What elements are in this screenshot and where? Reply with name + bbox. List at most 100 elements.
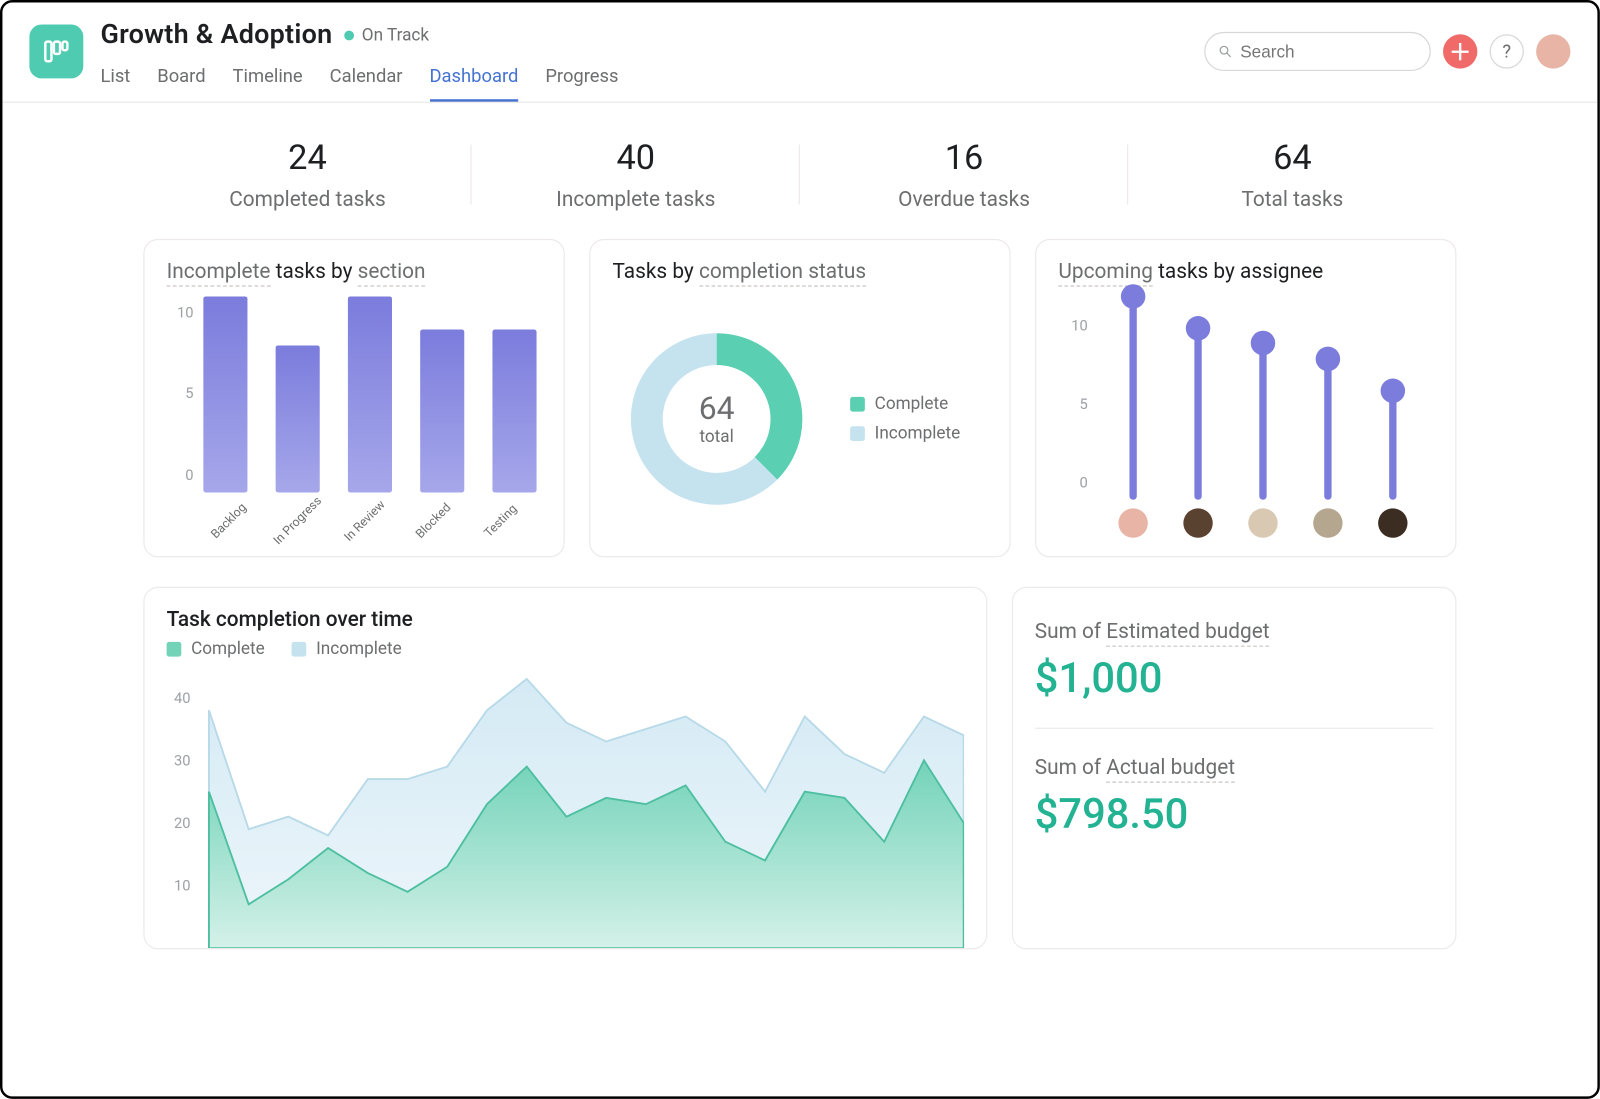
metric-overdue-tasks[interactable]: 16 Overdue tasks xyxy=(800,137,1128,212)
metric-completed-tasks[interactable]: 24 Completed tasks xyxy=(143,137,471,212)
legend-swatch-icon xyxy=(167,642,182,657)
panel-incomplete-by-section[interactable]: Incomplete tasks by section 0510 Backlog… xyxy=(143,239,564,558)
metric-total-tasks[interactable]: 64 Total tasks xyxy=(1128,137,1456,212)
tab-progress[interactable]: Progress xyxy=(545,58,618,102)
budget-estimated-value: $1,000 xyxy=(1035,654,1434,703)
panel-completion-status[interactable]: Tasks by completion status 64 total Comp xyxy=(589,239,1010,558)
metric-value: 16 xyxy=(800,137,1128,177)
dashboard-window: Growth & Adoption On Track List Board Ti… xyxy=(0,0,1600,1099)
filter-link-section[interactable]: section xyxy=(358,260,426,287)
metric-label: Incomplete tasks xyxy=(472,187,800,212)
budget-actual-value: $798.50 xyxy=(1035,790,1434,839)
legend-label: Complete xyxy=(875,394,949,414)
legend-item-incomplete[interactable]: Incomplete xyxy=(850,424,960,444)
legend-swatch-icon xyxy=(292,642,307,657)
metric-incomplete-tasks[interactable]: 40 Incomplete tasks xyxy=(472,137,800,212)
lollipop-3[interactable] xyxy=(1259,296,1266,499)
metric-label: Completed tasks xyxy=(143,187,471,212)
bar-testing[interactable] xyxy=(492,329,536,492)
filter-link-completion[interactable]: completion status xyxy=(699,260,866,287)
panel-upcoming-by-assignee[interactable]: Upcoming tasks by assignee 0510 xyxy=(1035,239,1456,558)
panel-title: Upcoming tasks by assignee xyxy=(1058,260,1433,285)
plus-icon: ＋ xyxy=(1449,36,1471,68)
assignee-avatar[interactable] xyxy=(1313,508,1342,537)
legend-label: Incomplete xyxy=(316,639,402,659)
topbar: Growth & Adoption On Track List Board Ti… xyxy=(2,2,1597,102)
donut-chart: 64 total xyxy=(613,315,821,523)
lollipop-1[interactable] xyxy=(1129,296,1136,499)
bar-backlog[interactable] xyxy=(203,296,247,492)
legend-label: Complete xyxy=(191,639,265,659)
area-chart: 10 20 30 40 xyxy=(167,666,964,948)
filter-link-status[interactable]: Incomplete xyxy=(167,260,271,287)
metric-label: Overdue tasks xyxy=(800,187,1128,212)
x-label: Blocked xyxy=(407,495,476,564)
dashboard-content: 24 Completed tasks 40 Incomplete tasks 1… xyxy=(2,103,1597,949)
legend-swatch-icon xyxy=(850,426,865,441)
lollipop-2[interactable] xyxy=(1194,296,1201,499)
legend-item-complete[interactable]: Complete xyxy=(167,639,265,659)
search-input[interactable] xyxy=(1240,42,1417,62)
x-label: Testing xyxy=(475,495,544,564)
budget-estimated: Sum of Estimated budget $1,000 xyxy=(1035,608,1434,721)
project-icon[interactable] xyxy=(29,25,83,79)
lollipop-chart: 0510 xyxy=(1058,296,1433,541)
metric-value: 24 xyxy=(143,137,471,177)
tab-list[interactable]: List xyxy=(100,58,130,102)
panel-budgets[interactable]: Sum of Estimated budget $1,000 Sum of Ac… xyxy=(1011,587,1456,950)
metric-row: 24 Completed tasks 40 Incomplete tasks 1… xyxy=(143,137,1456,212)
help-button[interactable]: ? xyxy=(1490,34,1524,68)
filter-link-act-budget[interactable]: Actual budget xyxy=(1106,756,1235,783)
budget-label: Sum of Estimated budget xyxy=(1035,620,1434,645)
filter-link-est-budget[interactable]: Estimated budget xyxy=(1106,620,1269,647)
nav-tabs: List Board Timeline Calendar Dashboard P… xyxy=(100,58,1204,102)
budget-actual: Sum of Actual budget $798.50 xyxy=(1035,744,1434,857)
panel-title: Task completion over time xyxy=(167,608,964,633)
lollipop-5[interactable] xyxy=(1390,296,1397,499)
assignee-avatar[interactable] xyxy=(1183,508,1212,537)
y-tick: 30 xyxy=(174,752,191,769)
lollipop-4[interactable] xyxy=(1324,296,1331,499)
y-tick: 20 xyxy=(174,814,191,831)
filter-link-upcoming[interactable]: Upcoming xyxy=(1058,260,1152,287)
bar-in-progress[interactable] xyxy=(276,345,320,492)
y-tick: 10 xyxy=(1058,318,1095,335)
status-label: On Track xyxy=(362,25,429,45)
y-tick: 10 xyxy=(167,303,201,320)
search-field[interactable] xyxy=(1204,32,1431,71)
donut-center-value: 64 xyxy=(699,391,735,428)
donut-legend: Complete Incomplete xyxy=(850,394,960,443)
panel-completion-over-time[interactable]: Task completion over time Complete Incom… xyxy=(143,587,987,950)
assignee-avatar[interactable] xyxy=(1118,508,1147,537)
add-button[interactable]: ＋ xyxy=(1443,34,1477,68)
assignee-avatar[interactable] xyxy=(1379,508,1408,537)
y-tick: 10 xyxy=(174,877,191,894)
donut-center-label: total xyxy=(699,428,733,448)
tab-timeline[interactable]: Timeline xyxy=(233,58,303,102)
project-title[interactable]: Growth & Adoption xyxy=(100,20,332,51)
search-icon xyxy=(1218,43,1233,60)
bar-blocked[interactable] xyxy=(420,329,464,492)
tab-dashboard[interactable]: Dashboard xyxy=(429,58,518,102)
y-tick: 0 xyxy=(167,467,201,484)
tab-calendar[interactable]: Calendar xyxy=(330,58,403,102)
metric-value: 40 xyxy=(472,137,800,177)
legend-swatch-icon xyxy=(850,397,865,412)
x-label: In Review xyxy=(339,495,408,564)
project-status[interactable]: On Track xyxy=(345,25,429,45)
tab-board[interactable]: Board xyxy=(157,58,205,102)
status-dot-icon xyxy=(345,30,355,40)
assignee-avatar[interactable] xyxy=(1248,508,1277,537)
metric-label: Total tasks xyxy=(1128,187,1456,212)
legend-item-complete[interactable]: Complete xyxy=(850,394,960,414)
legend-item-incomplete[interactable]: Incomplete xyxy=(292,639,402,659)
metric-value: 64 xyxy=(1128,137,1456,177)
current-user-avatar[interactable] xyxy=(1536,34,1570,68)
x-label: Backlog xyxy=(203,495,272,564)
legend-label: Incomplete xyxy=(875,424,961,444)
bar-in-review[interactable] xyxy=(348,296,392,492)
panel-title: Tasks by completion status xyxy=(613,260,988,285)
area-legend: Complete Incomplete xyxy=(167,639,964,659)
y-tick: 40 xyxy=(174,689,191,706)
y-tick: 0 xyxy=(1058,474,1095,491)
